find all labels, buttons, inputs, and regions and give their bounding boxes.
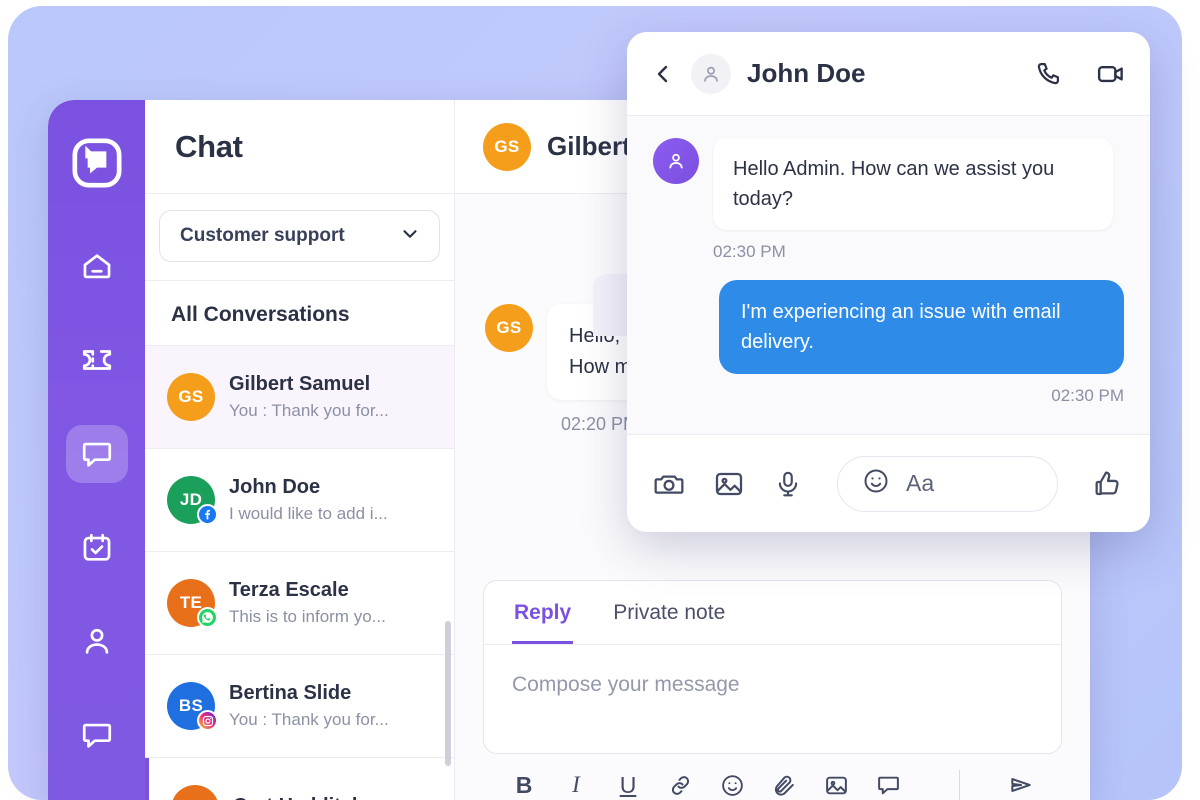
list-item[interactable]: CH Cart Hedditah: [145, 758, 454, 800]
widget-input-label: Aa: [906, 470, 935, 496]
ticket-icon: [80, 343, 114, 377]
composer-card: Reply Private note Compose your message: [483, 580, 1062, 754]
italic-label: I: [572, 772, 580, 797]
list-item[interactable]: JD John Doe I would like to add i...: [145, 449, 454, 552]
chevron-down-icon: [399, 223, 421, 250]
avatar-initials: GS: [167, 373, 215, 421]
message-input[interactable]: Compose your message: [484, 645, 1061, 753]
user-icon: [80, 624, 114, 658]
sidebar-item-tickets[interactable]: [66, 331, 128, 389]
emoji-smiley-icon[interactable]: [862, 467, 890, 500]
italic-icon[interactable]: I: [563, 772, 589, 798]
sidebar-item-home[interactable]: [66, 238, 128, 296]
thumbs-up-icon[interactable]: [1092, 468, 1124, 500]
formatting-toolbar: B I U: [483, 754, 1062, 800]
list-item[interactable]: TE Terza Escale This is to inform yo...: [145, 552, 454, 655]
chevron-left-icon[interactable]: [651, 62, 675, 86]
send-icon[interactable]: [1008, 772, 1034, 798]
message-bubble: Hello Admin. How can we assist you today…: [713, 138, 1113, 230]
filter-zone: Customer support: [145, 194, 454, 281]
list-item-text: Cart Hedditah: [233, 795, 436, 800]
link-icon[interactable]: [667, 772, 693, 798]
conversations-header: Chat: [145, 100, 454, 194]
navigation-rail: [48, 100, 145, 800]
list-item-text: John Doe I would like to add i...: [229, 476, 436, 524]
screen-root: Chat Customer support All Conversations …: [0, 0, 1200, 800]
bold-label: B: [515, 771, 533, 798]
inbox-filter-select[interactable]: Customer support: [159, 210, 440, 262]
list-item-name: Cart Hedditah: [233, 795, 436, 800]
conversations-panel: Chat Customer support All Conversations …: [145, 100, 455, 800]
message-timestamp: 02:30 PM: [1051, 386, 1124, 405]
list-item-snippet: You : Thank you for...: [229, 401, 389, 420]
instagram-badge-icon: [197, 710, 218, 731]
comment-icon[interactable]: [875, 772, 901, 798]
widget-footer-toolbar: Aa: [627, 434, 1150, 532]
inbox-filter-label: Customer support: [180, 225, 345, 246]
attachment-icon[interactable]: [771, 772, 797, 798]
message-row-outgoing: I'm experiencing an issue with email del…: [653, 280, 1124, 374]
underline-label: U: [619, 771, 637, 798]
image-icon[interactable]: [823, 772, 849, 798]
home-icon: [80, 250, 114, 284]
message-row-incoming: Hello Admin. How can we assist you today…: [653, 138, 1124, 230]
chat-bubble-icon: [80, 718, 114, 752]
facebook-badge-icon: [197, 504, 218, 525]
list-item-text: Bertina Slide You : Thank you for...: [229, 682, 436, 730]
sidebar-item-contacts[interactable]: [66, 613, 128, 671]
avatar-initials: GS: [485, 304, 533, 352]
conversation-list-scrollbar[interactable]: [445, 621, 451, 766]
list-item-snippet: I would like to add i...: [229, 504, 388, 523]
list-item-text: Gilbert Samuel You : Thank you for...: [229, 373, 436, 421]
whatsapp-badge-icon: [197, 607, 218, 628]
app-logo-chat-icon[interactable]: [66, 134, 128, 192]
avatar: JD: [167, 476, 218, 525]
user-avatar-icon: [691, 53, 731, 94]
phone-icon[interactable]: [1034, 60, 1062, 88]
toolbar-divider: [959, 770, 960, 800]
sidebar-item-tasks[interactable]: [66, 519, 128, 577]
message-bubble: I'm experiencing an issue with email del…: [719, 280, 1124, 374]
list-item-snippet: You : Thank you for...: [229, 710, 389, 729]
list-item-text: Terza Escale This is to inform yo...: [229, 579, 436, 627]
emoji-icon[interactable]: [719, 772, 745, 798]
user-avatar-icon: [653, 138, 699, 184]
list-item-name: Terza Escale: [229, 579, 349, 601]
tab-reply[interactable]: Reply: [512, 581, 574, 644]
message-timestamp: 02:30 PM: [713, 242, 786, 261]
avatar: CH: [171, 785, 219, 800]
avatar: BS: [167, 682, 218, 731]
camera-icon[interactable]: [653, 468, 685, 500]
list-item-name: Gilbert Samuel: [229, 373, 371, 395]
widget-header: John Doe: [627, 32, 1150, 116]
composer-zone: Reply Private note Compose your message …: [455, 580, 1090, 800]
floating-chat-widget: John Doe Hello Admin. How can we assist …: [627, 32, 1150, 532]
list-item-snippet: This is to inform yo...: [229, 607, 386, 626]
calendar-check-icon: [80, 531, 114, 565]
list-item[interactable]: BS Bertina Slide You : Thank you for...: [145, 655, 454, 758]
widget-message-area: Hello Admin. How can we assist you today…: [627, 116, 1150, 434]
list-item-name: John Doe: [229, 476, 321, 498]
avatar-initials: GS: [483, 122, 531, 171]
bold-icon[interactable]: B: [511, 772, 537, 798]
composer-tabs: Reply Private note: [484, 581, 1061, 645]
widget-contact-name: John Doe: [747, 58, 866, 88]
avatar-initials: CH: [171, 785, 219, 800]
conversation-list[interactable]: GS Gilbert Samuel You : Thank you for...…: [145, 346, 454, 800]
microphone-icon[interactable]: [773, 469, 803, 499]
chat-bubble-icon: [80, 437, 114, 471]
underline-icon[interactable]: U: [615, 772, 641, 798]
image-icon[interactable]: [713, 468, 745, 500]
sidebar-item-more[interactable]: [66, 706, 128, 764]
tab-private-note[interactable]: Private note: [611, 581, 727, 644]
list-item-name: Bertina Slide: [229, 682, 352, 704]
list-item[interactable]: GS Gilbert Samuel You : Thank you for...: [145, 346, 454, 449]
all-conversations-header: All Conversations: [145, 281, 454, 346]
page-title: Chat: [175, 128, 243, 164]
sidebar-item-chat[interactable]: [65, 425, 128, 483]
widget-text-input[interactable]: Aa: [837, 455, 1058, 512]
avatar: GS: [167, 373, 215, 421]
avatar: TE: [167, 579, 218, 628]
video-camera-icon[interactable]: [1096, 59, 1126, 89]
